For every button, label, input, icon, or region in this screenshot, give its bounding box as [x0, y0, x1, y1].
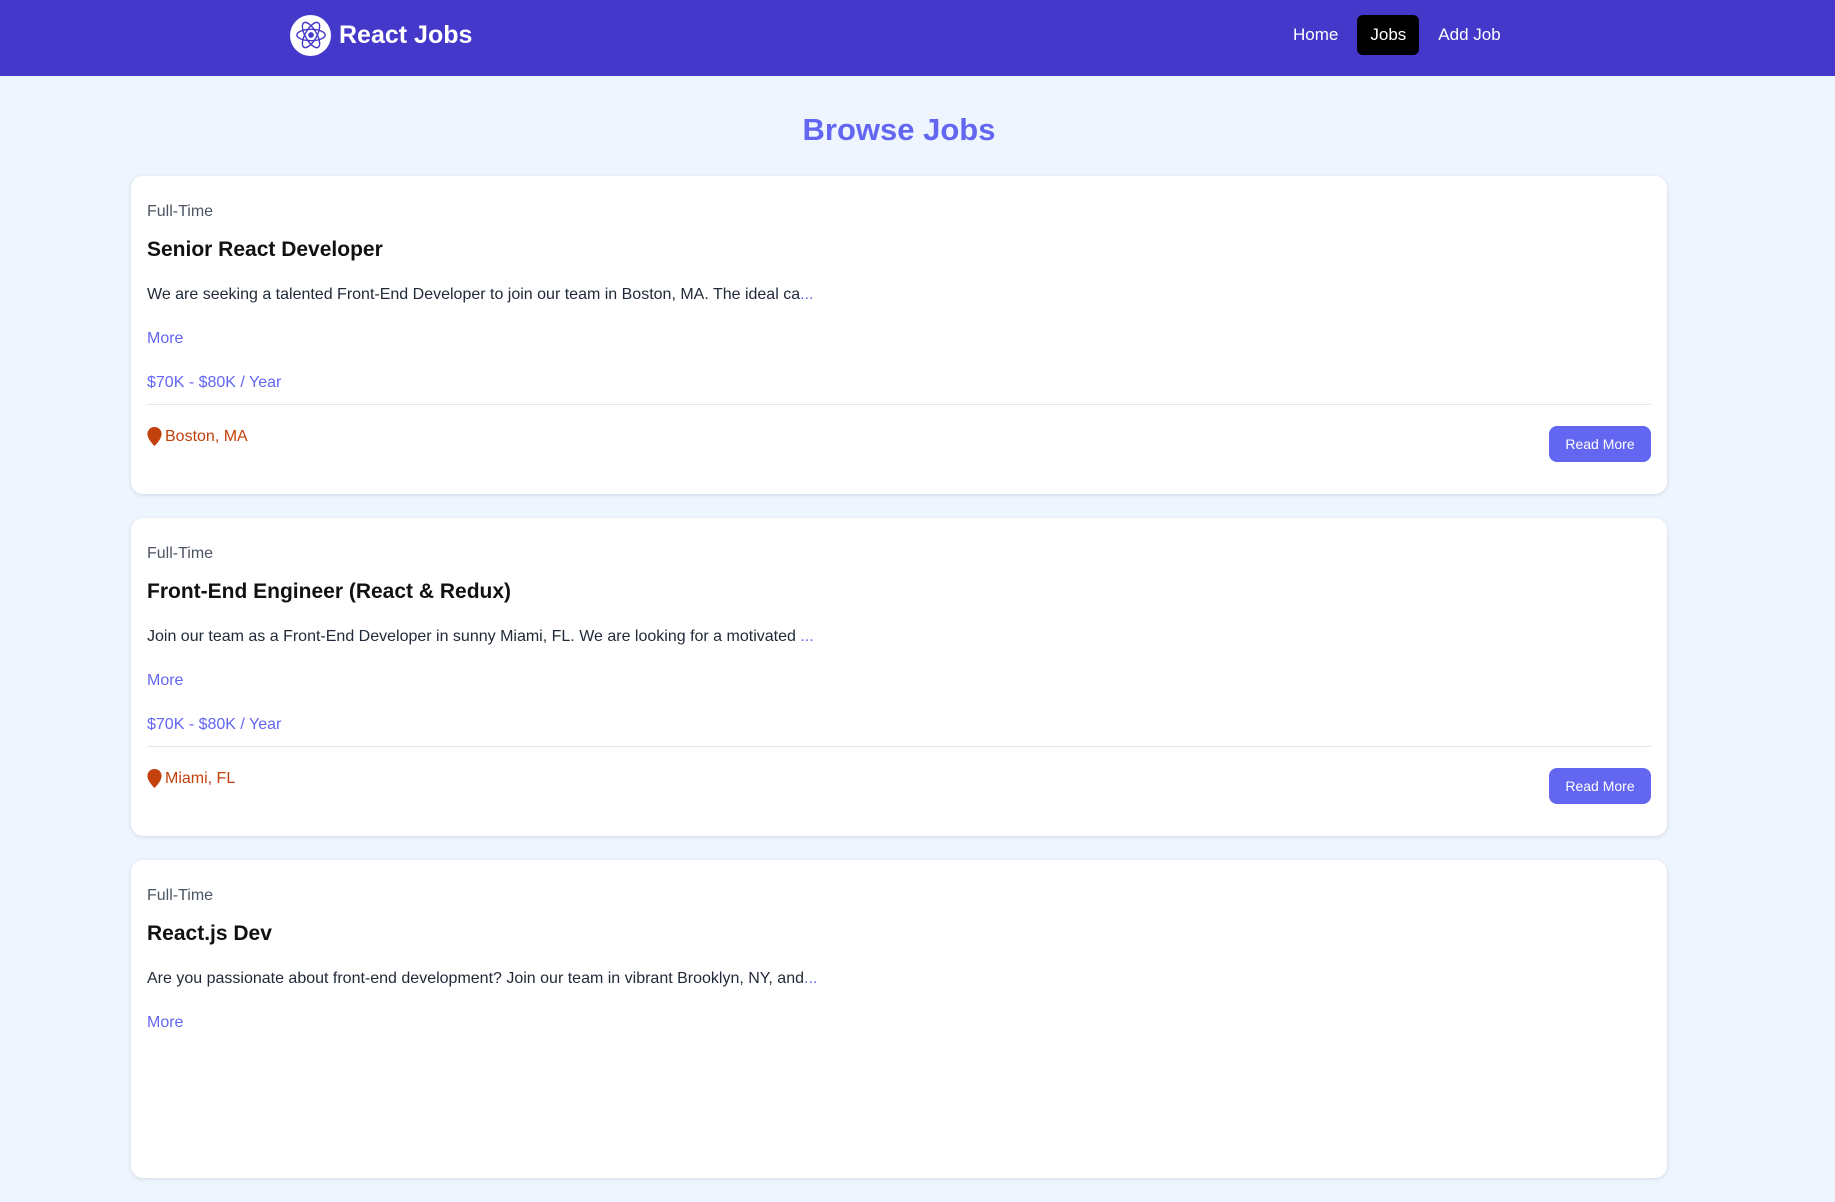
job-type: Full-Time	[147, 203, 214, 220]
job-description-ellipsis: ...	[800, 628, 814, 645]
more-toggle-button[interactable]: More	[147, 670, 183, 692]
brand-name: React Jobs	[339, 20, 473, 49]
card-footer: Boston, MA Read More	[147, 405, 1651, 475]
more-toggle-button[interactable]: More	[147, 1012, 183, 1034]
job-description: Join our team as a Front-End Developer i…	[147, 626, 1651, 648]
job-description-text: Join our team as a Front-End Developer i…	[147, 628, 801, 645]
job-description-text: We are seeking a talented Front-End Deve…	[147, 286, 801, 303]
job-card: Full-Time Senior React Developer We are …	[131, 176, 1667, 494]
read-more-button[interactable]: Read More	[1549, 768, 1651, 804]
job-title: Front-End Engineer (React & Redux)	[147, 580, 512, 603]
job-description: We are seeking a talented Front-End Deve…	[147, 284, 1651, 306]
job-title: Senior React Developer	[147, 238, 383, 261]
job-location-text: Boston, MA	[165, 427, 248, 445]
job-card: Full-Time Front-End Engineer (React & Re…	[131, 518, 1667, 836]
job-type: Full-Time	[147, 545, 214, 562]
job-description-ellipsis: ...	[804, 970, 818, 987]
brand-link[interactable]: React Jobs	[290, 14, 473, 56]
read-more-button[interactable]: Read More	[1549, 426, 1651, 462]
job-description-text: Are you passionate about front-end devel…	[147, 970, 804, 987]
job-title: React.js Dev	[147, 922, 272, 945]
map-marker-icon	[147, 427, 162, 446]
nav-jobs[interactable]: Jobs	[1357, 15, 1420, 55]
job-location: Boston, MA	[147, 427, 248, 446]
map-marker-icon	[147, 769, 162, 788]
navbar: React Jobs Home Jobs Add Job	[0, 0, 1835, 76]
job-card: Full-Time React.js Dev Are you passionat…	[131, 860, 1667, 1178]
job-description-ellipsis: ...	[800, 286, 814, 303]
job-salary: $70K - $80K / Year	[147, 716, 282, 733]
job-location-text: Miami, FL	[165, 769, 236, 787]
job-salary: $70K - $80K / Year	[147, 374, 282, 391]
nav-home[interactable]: Home	[1280, 15, 1351, 55]
job-list: Full-Time Senior React Developer We are …	[131, 176, 1667, 1202]
job-description: Are you passionate about front-end devel…	[147, 968, 1651, 990]
nav-add-job[interactable]: Add Job	[1425, 15, 1513, 55]
job-type: Full-Time	[147, 887, 214, 904]
card-footer: Miami, FL Read More	[147, 747, 1651, 817]
nav-links: Home Jobs Add Job	[1280, 15, 1520, 55]
more-toggle-button[interactable]: More	[147, 328, 183, 350]
page-title: Browse Jobs	[802, 112, 996, 147]
react-logo-icon	[290, 14, 331, 56]
job-location: Miami, FL	[147, 769, 235, 788]
